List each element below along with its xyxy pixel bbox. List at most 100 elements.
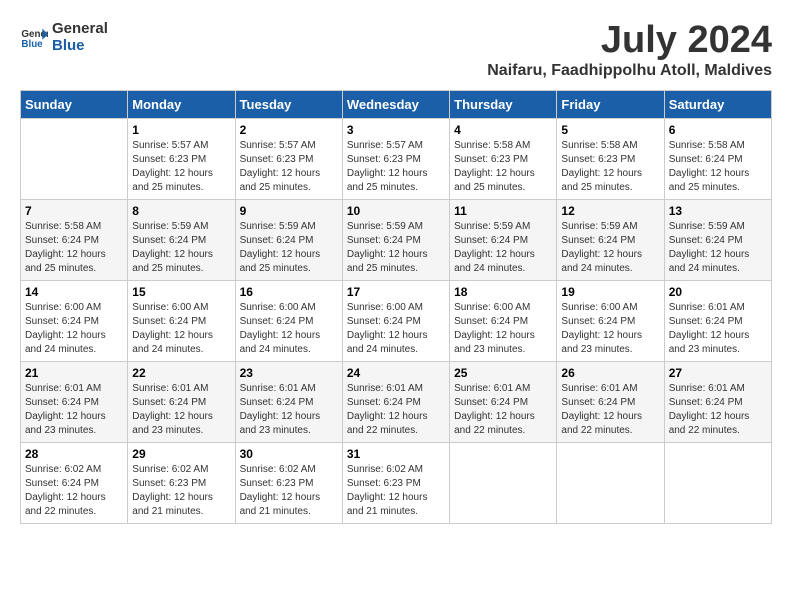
- day-info: Sunrise: 5:57 AMSunset: 6:23 PMDaylight:…: [240, 140, 321, 193]
- calendar-cell: 31 Sunrise: 6:02 AMSunset: 6:23 PMDaylig…: [342, 442, 449, 523]
- calendar-cell: 10 Sunrise: 5:59 AMSunset: 6:24 PMDaylig…: [342, 199, 449, 280]
- day-number: 11: [454, 204, 552, 218]
- day-info: Sunrise: 5:59 AMSunset: 6:24 PMDaylight:…: [669, 221, 750, 274]
- calendar-cell: 23 Sunrise: 6:01 AMSunset: 6:24 PMDaylig…: [235, 361, 342, 442]
- day-info: Sunrise: 5:58 AMSunset: 6:23 PMDaylight:…: [454, 140, 535, 193]
- day-number: 31: [347, 447, 445, 461]
- day-number: 27: [669, 366, 767, 380]
- day-info: Sunrise: 6:00 AMSunset: 6:24 PMDaylight:…: [25, 302, 106, 355]
- day-info: Sunrise: 6:02 AMSunset: 6:23 PMDaylight:…: [132, 464, 213, 517]
- location-title: Naifaru, Faadhippolhu Atoll, Maldives: [487, 62, 772, 80]
- calendar-cell: [664, 442, 771, 523]
- logo-text-general: General: [52, 20, 108, 37]
- day-info: Sunrise: 5:58 AMSunset: 6:23 PMDaylight:…: [561, 140, 642, 193]
- calendar-cell: 3 Sunrise: 5:57 AMSunset: 6:23 PMDayligh…: [342, 118, 449, 199]
- header-cell-tuesday: Tuesday: [235, 90, 342, 118]
- calendar-cell: 7 Sunrise: 5:58 AMSunset: 6:24 PMDayligh…: [21, 199, 128, 280]
- day-info: Sunrise: 6:01 AMSunset: 6:24 PMDaylight:…: [454, 383, 535, 436]
- month-title: July 2024: [487, 20, 772, 62]
- day-info: Sunrise: 6:01 AMSunset: 6:24 PMDaylight:…: [347, 383, 428, 436]
- calendar-cell: 22 Sunrise: 6:01 AMSunset: 6:24 PMDaylig…: [128, 361, 235, 442]
- day-number: 25: [454, 366, 552, 380]
- day-info: Sunrise: 5:58 AMSunset: 6:24 PMDaylight:…: [25, 221, 106, 274]
- calendar-cell: 4 Sunrise: 5:58 AMSunset: 6:23 PMDayligh…: [450, 118, 557, 199]
- header-cell-sunday: Sunday: [21, 90, 128, 118]
- week-row-1: 1 Sunrise: 5:57 AMSunset: 6:23 PMDayligh…: [21, 118, 772, 199]
- calendar-cell: 6 Sunrise: 5:58 AMSunset: 6:24 PMDayligh…: [664, 118, 771, 199]
- calendar-cell: 30 Sunrise: 6:02 AMSunset: 6:23 PMDaylig…: [235, 442, 342, 523]
- day-number: 24: [347, 366, 445, 380]
- week-row-3: 14 Sunrise: 6:00 AMSunset: 6:24 PMDaylig…: [21, 280, 772, 361]
- day-info: Sunrise: 6:02 AMSunset: 6:24 PMDaylight:…: [25, 464, 106, 517]
- day-number: 14: [25, 285, 123, 299]
- page-header: General Blue General Blue July 2024 Naif…: [20, 20, 772, 80]
- day-number: 3: [347, 123, 445, 137]
- day-number: 16: [240, 285, 338, 299]
- calendar-cell: 17 Sunrise: 6:00 AMSunset: 6:24 PMDaylig…: [342, 280, 449, 361]
- calendar-cell: 14 Sunrise: 6:00 AMSunset: 6:24 PMDaylig…: [21, 280, 128, 361]
- day-number: 7: [25, 204, 123, 218]
- day-info: Sunrise: 6:01 AMSunset: 6:24 PMDaylight:…: [25, 383, 106, 436]
- day-info: Sunrise: 5:59 AMSunset: 6:24 PMDaylight:…: [347, 221, 428, 274]
- day-number: 9: [240, 204, 338, 218]
- week-row-4: 21 Sunrise: 6:01 AMSunset: 6:24 PMDaylig…: [21, 361, 772, 442]
- calendar-cell: 25 Sunrise: 6:01 AMSunset: 6:24 PMDaylig…: [450, 361, 557, 442]
- day-number: 20: [669, 285, 767, 299]
- header-cell-saturday: Saturday: [664, 90, 771, 118]
- day-info: Sunrise: 5:59 AMSunset: 6:24 PMDaylight:…: [561, 221, 642, 274]
- calendar-table: SundayMondayTuesdayWednesdayThursdayFrid…: [20, 90, 772, 524]
- day-number: 6: [669, 123, 767, 137]
- day-info: Sunrise: 5:59 AMSunset: 6:24 PMDaylight:…: [454, 221, 535, 274]
- calendar-cell: [557, 442, 664, 523]
- day-number: 30: [240, 447, 338, 461]
- calendar-cell: 21 Sunrise: 6:01 AMSunset: 6:24 PMDaylig…: [21, 361, 128, 442]
- day-number: 19: [561, 285, 659, 299]
- day-number: 2: [240, 123, 338, 137]
- day-info: Sunrise: 6:02 AMSunset: 6:23 PMDaylight:…: [240, 464, 321, 517]
- day-number: 23: [240, 366, 338, 380]
- calendar-cell: 9 Sunrise: 5:59 AMSunset: 6:24 PMDayligh…: [235, 199, 342, 280]
- logo-text-blue: Blue: [52, 37, 108, 54]
- day-info: Sunrise: 6:00 AMSunset: 6:24 PMDaylight:…: [132, 302, 213, 355]
- calendar-cell: 13 Sunrise: 5:59 AMSunset: 6:24 PMDaylig…: [664, 199, 771, 280]
- calendar-cell: 27 Sunrise: 6:01 AMSunset: 6:24 PMDaylig…: [664, 361, 771, 442]
- day-number: 1: [132, 123, 230, 137]
- day-info: Sunrise: 5:59 AMSunset: 6:24 PMDaylight:…: [132, 221, 213, 274]
- calendar-cell: [21, 118, 128, 199]
- day-number: 4: [454, 123, 552, 137]
- calendar-cell: 2 Sunrise: 5:57 AMSunset: 6:23 PMDayligh…: [235, 118, 342, 199]
- calendar-cell: 1 Sunrise: 5:57 AMSunset: 6:23 PMDayligh…: [128, 118, 235, 199]
- day-info: Sunrise: 6:02 AMSunset: 6:23 PMDaylight:…: [347, 464, 428, 517]
- day-number: 15: [132, 285, 230, 299]
- day-info: Sunrise: 5:58 AMSunset: 6:24 PMDaylight:…: [669, 140, 750, 193]
- svg-text:Blue: Blue: [21, 39, 43, 50]
- day-info: Sunrise: 5:59 AMSunset: 6:24 PMDaylight:…: [240, 221, 321, 274]
- header-cell-thursday: Thursday: [450, 90, 557, 118]
- day-number: 13: [669, 204, 767, 218]
- calendar-cell: 29 Sunrise: 6:02 AMSunset: 6:23 PMDaylig…: [128, 442, 235, 523]
- day-info: Sunrise: 6:01 AMSunset: 6:24 PMDaylight:…: [132, 383, 213, 436]
- day-number: 12: [561, 204, 659, 218]
- calendar-cell: 5 Sunrise: 5:58 AMSunset: 6:23 PMDayligh…: [557, 118, 664, 199]
- calendar-cell: 16 Sunrise: 6:00 AMSunset: 6:24 PMDaylig…: [235, 280, 342, 361]
- day-number: 29: [132, 447, 230, 461]
- day-info: Sunrise: 6:00 AMSunset: 6:24 PMDaylight:…: [240, 302, 321, 355]
- day-info: Sunrise: 6:00 AMSunset: 6:24 PMDaylight:…: [347, 302, 428, 355]
- calendar-cell: 8 Sunrise: 5:59 AMSunset: 6:24 PMDayligh…: [128, 199, 235, 280]
- week-row-5: 28 Sunrise: 6:02 AMSunset: 6:24 PMDaylig…: [21, 442, 772, 523]
- day-number: 28: [25, 447, 123, 461]
- calendar-cell: 24 Sunrise: 6:01 AMSunset: 6:24 PMDaylig…: [342, 361, 449, 442]
- calendar-cell: 15 Sunrise: 6:00 AMSunset: 6:24 PMDaylig…: [128, 280, 235, 361]
- day-info: Sunrise: 5:57 AMSunset: 6:23 PMDaylight:…: [347, 140, 428, 193]
- day-info: Sunrise: 6:00 AMSunset: 6:24 PMDaylight:…: [454, 302, 535, 355]
- week-row-2: 7 Sunrise: 5:58 AMSunset: 6:24 PMDayligh…: [21, 199, 772, 280]
- day-number: 5: [561, 123, 659, 137]
- calendar-cell: 20 Sunrise: 6:01 AMSunset: 6:24 PMDaylig…: [664, 280, 771, 361]
- day-info: Sunrise: 6:01 AMSunset: 6:24 PMDaylight:…: [669, 302, 750, 355]
- day-number: 22: [132, 366, 230, 380]
- day-number: 10: [347, 204, 445, 218]
- calendar-cell: 11 Sunrise: 5:59 AMSunset: 6:24 PMDaylig…: [450, 199, 557, 280]
- day-info: Sunrise: 5:57 AMSunset: 6:23 PMDaylight:…: [132, 140, 213, 193]
- day-number: 18: [454, 285, 552, 299]
- header-cell-friday: Friday: [557, 90, 664, 118]
